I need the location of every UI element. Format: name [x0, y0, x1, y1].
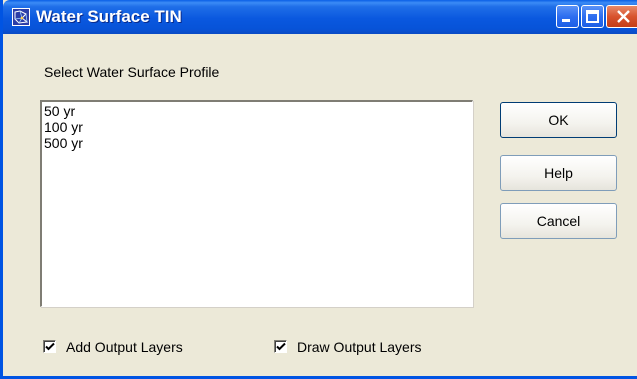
profile-listbox[interactable]: 50 yr 100 yr 500 yr: [40, 100, 473, 307]
cancel-button[interactable]: Cancel: [500, 203, 617, 239]
draw-output-layers-label: Draw Output Layers: [297, 339, 422, 355]
maximize-button[interactable]: [581, 5, 604, 28]
title-bar[interactable]: Water Surface TIN: [3, 0, 637, 34]
add-output-layers-label: Add Output Layers: [66, 339, 183, 355]
list-item-profile[interactable]: 100 yr: [44, 119, 87, 135]
window-title: Water Surface TIN: [36, 7, 182, 26]
list-item-profile[interactable]: 500 yr: [44, 135, 87, 151]
list-item-profile[interactable]: 50 yr: [44, 103, 79, 119]
close-button[interactable]: [606, 5, 637, 28]
add-output-layers-checkbox[interactable]: [43, 340, 56, 353]
dialog-window: Water Surface TIN Select Water Surface P…: [0, 0, 637, 379]
profile-prompt-label: Select Water Surface Profile: [44, 64, 220, 80]
draw-output-layers-checkbox[interactable]: [274, 340, 287, 353]
minimize-button[interactable]: [556, 5, 579, 28]
help-button[interactable]: Help: [500, 155, 617, 191]
tin-app-icon: [12, 8, 30, 26]
ok-button[interactable]: OK: [500, 102, 617, 138]
